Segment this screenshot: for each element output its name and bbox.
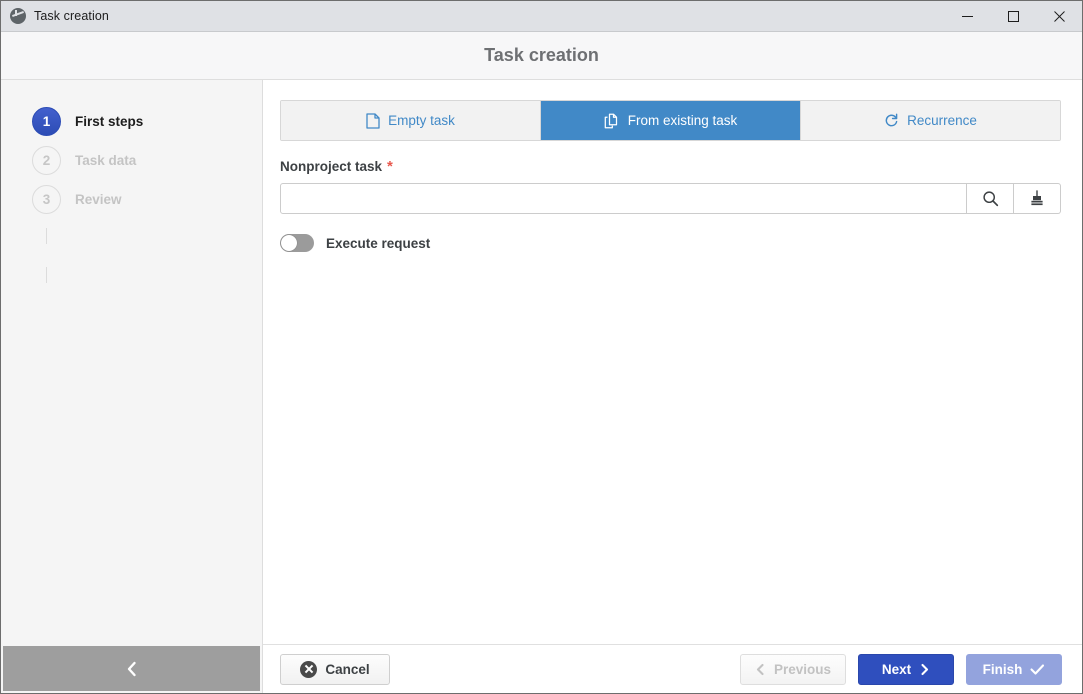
close-icon[interactable]: [1036, 1, 1082, 31]
field-label-text: Nonproject task: [280, 159, 383, 174]
next-button[interactable]: Next: [858, 653, 954, 685]
toggle-knob: [281, 235, 297, 251]
wizard-footer: Cancel Previous Next Finish: [263, 644, 1082, 693]
next-button-label: Next: [881, 661, 912, 677]
wizard-steps: 1 First steps 2 Task data 3 Review: [1, 80, 262, 646]
chevron-left-icon: [127, 661, 136, 676]
step-connector-1-2: [46, 228, 47, 244]
step-connector-2-3: [46, 267, 47, 283]
sidebar-step-first-steps[interactable]: 1 First steps: [1, 102, 262, 141]
step-label: Task data: [75, 153, 137, 168]
execute-request-label: Execute request: [326, 235, 431, 251]
chevron-left-icon: [756, 663, 764, 675]
wizard-sidebar: 1 First steps 2 Task data 3 Review: [1, 80, 263, 693]
nonproject-task-label: Nonproject task *: [280, 159, 1061, 174]
cancel-button-label: Cancel: [325, 661, 370, 677]
tab-empty-task[interactable]: Empty task: [281, 101, 541, 140]
tab-recurrence[interactable]: Recurrence: [801, 101, 1060, 140]
step-label: Review: [75, 192, 122, 207]
cancel-button[interactable]: Cancel: [280, 653, 390, 685]
sidebar-collapse-button[interactable]: [3, 646, 260, 691]
finish-button-label: Finish: [982, 661, 1023, 677]
sidebar-step-review[interactable]: 3 Review: [1, 180, 262, 219]
task-creation-window: Task creation Task creation 1 First step…: [0, 0, 1083, 694]
previous-button-label: Previous: [773, 661, 831, 677]
creation-mode-tabs: Empty task From existing task Recurrence: [280, 100, 1061, 141]
search-icon: [982, 191, 998, 207]
globe-icon: [10, 8, 26, 24]
step-number-badge: 3: [32, 185, 61, 214]
wizard-content: Empty task From existing task Recurrence…: [263, 80, 1082, 693]
tab-label: From existing task: [627, 113, 738, 128]
previous-button[interactable]: Previous: [739, 653, 846, 685]
required-marker: *: [387, 158, 393, 175]
step-number-badge: 2: [32, 146, 61, 175]
page-header: Task creation: [1, 32, 1082, 80]
step-label: First steps: [75, 114, 144, 129]
document-icon: [366, 112, 380, 129]
copy-document-icon: [604, 113, 617, 128]
clear-brush-icon: [1031, 190, 1043, 206]
check-icon: [1030, 663, 1045, 675]
tab-label: Recurrence: [907, 113, 977, 128]
content-inner: Empty task From existing task Recurrence…: [263, 80, 1082, 644]
execute-request-row: Execute request: [280, 234, 1061, 252]
window-title: Task creation: [34, 9, 109, 23]
tab-label: Empty task: [388, 113, 455, 128]
circle-x-icon: [300, 660, 318, 678]
execute-request-toggle[interactable]: [280, 234, 314, 252]
sidebar-step-task-data[interactable]: 2 Task data: [1, 141, 262, 180]
nonproject-task-input[interactable]: [280, 183, 967, 214]
recurrence-icon: [885, 113, 898, 127]
minimize-icon[interactable]: [944, 1, 990, 31]
step-number-badge: 1: [32, 107, 61, 136]
finish-button[interactable]: Finish: [966, 653, 1062, 685]
maximize-icon[interactable]: [990, 1, 1036, 31]
search-button[interactable]: [967, 183, 1014, 214]
page-title: Task creation: [484, 45, 599, 65]
tab-from-existing-task[interactable]: From existing task: [541, 101, 801, 140]
window-body: 1 First steps 2 Task data 3 Review Empty…: [1, 80, 1082, 693]
nonproject-task-field-row: [280, 183, 1061, 214]
clear-field-button[interactable]: [1014, 183, 1061, 214]
chevron-right-icon: [921, 663, 929, 675]
window-titlebar: Task creation: [1, 1, 1082, 32]
